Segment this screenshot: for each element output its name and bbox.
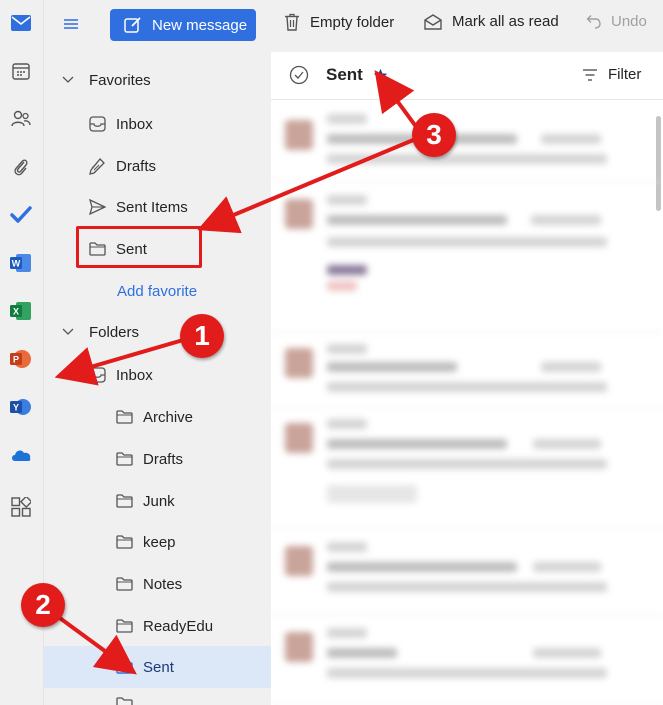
message-item[interactable] bbox=[271, 334, 663, 408]
folder-icon bbox=[116, 535, 133, 549]
chevron-down-icon bbox=[62, 76, 74, 83]
chevron-down-icon bbox=[62, 328, 74, 335]
empty-folder-button[interactable]: Empty folder bbox=[284, 13, 394, 31]
mail-icon[interactable] bbox=[10, 12, 32, 34]
message-item[interactable] bbox=[271, 530, 663, 615]
new-message-label: New message bbox=[152, 16, 248, 34]
folder-label: ReadyEdu bbox=[143, 617, 214, 635]
powerpoint-icon[interactable]: P bbox=[10, 348, 32, 370]
command-toolbar: New message Empty folder Mark all as rea… bbox=[44, 0, 663, 52]
message-list: Sent Filter bbox=[271, 52, 663, 705]
send-icon bbox=[89, 199, 106, 215]
folders-group-toggle[interactable]: Folders bbox=[44, 312, 271, 352]
favorite-item-drafts[interactable]: Drafts bbox=[44, 146, 271, 186]
favorite-label: Drafts bbox=[116, 157, 157, 175]
undo-icon bbox=[586, 14, 601, 29]
star-icon[interactable] bbox=[373, 68, 388, 83]
yammer-icon[interactable]: Y bbox=[10, 396, 32, 418]
svg-text:W: W bbox=[12, 259, 21, 269]
folder-icon bbox=[116, 660, 133, 674]
folder-label: Inbox bbox=[116, 366, 153, 384]
folder-item-keep[interactable]: keep bbox=[44, 522, 271, 562]
apps-icon[interactable] bbox=[10, 496, 32, 518]
folder-item-sent[interactable]: Sent bbox=[44, 646, 271, 688]
svg-text:Y: Y bbox=[13, 403, 19, 413]
compose-icon bbox=[124, 17, 141, 33]
favorite-item-sent-items[interactable]: Sent Items bbox=[44, 187, 271, 227]
trash-icon bbox=[285, 13, 299, 31]
folder-label: Junk bbox=[143, 492, 175, 510]
folder-label: Drafts bbox=[143, 450, 184, 468]
open-envelope-icon bbox=[424, 13, 442, 30]
folder-item-notes[interactable]: Notes bbox=[44, 564, 271, 604]
pencil-icon bbox=[89, 157, 105, 175]
favorite-label: Inbox bbox=[116, 115, 153, 133]
folder-item-archive[interactable]: Archive bbox=[44, 397, 271, 437]
folder-pane: Favorites Inbox Drafts Sent Items Sent A… bbox=[44, 52, 271, 705]
folder-icon bbox=[116, 619, 133, 633]
calendar-icon[interactable] bbox=[10, 60, 32, 82]
folder-label: Archive bbox=[143, 408, 194, 426]
filter-icon bbox=[583, 68, 597, 81]
undo-button[interactable]: Undo bbox=[585, 13, 647, 30]
filter-button[interactable]: Filter bbox=[582, 66, 641, 83]
folder-icon bbox=[116, 697, 133, 705]
onedrive-icon[interactable] bbox=[10, 444, 32, 466]
folder-icon bbox=[89, 242, 106, 256]
inbox-icon bbox=[89, 116, 106, 132]
word-icon[interactable]: W bbox=[10, 252, 32, 274]
message-item[interactable] bbox=[271, 409, 663, 529]
mark-all-read-button[interactable]: Mark all as read bbox=[424, 13, 559, 30]
empty-folder-label: Empty folder bbox=[310, 13, 395, 31]
mark-all-read-label: Mark all as read bbox=[452, 13, 559, 30]
inbox-icon bbox=[89, 367, 106, 383]
chevron-down-icon bbox=[62, 371, 74, 378]
folder-item-drafts[interactable]: Drafts bbox=[44, 439, 271, 479]
favorites-heading: Favorites bbox=[89, 71, 151, 89]
favorite-item-inbox[interactable]: Inbox bbox=[44, 104, 271, 144]
message-item[interactable] bbox=[271, 616, 663, 705]
app-rail: W X P Y bbox=[0, 0, 44, 705]
select-all-check-icon[interactable] bbox=[289, 65, 309, 85]
attachment-icon[interactable] bbox=[10, 156, 32, 178]
favorite-item-sent[interactable]: Sent bbox=[44, 229, 271, 269]
folder-label: Sent bbox=[143, 658, 174, 676]
folder-item-inbox[interactable]: Inbox bbox=[44, 355, 271, 395]
svg-text:P: P bbox=[13, 355, 19, 365]
folders-heading: Folders bbox=[89, 323, 140, 341]
svg-text:X: X bbox=[13, 307, 19, 317]
folder-icon bbox=[116, 577, 133, 591]
todo-icon[interactable] bbox=[10, 204, 32, 226]
excel-icon[interactable]: X bbox=[10, 300, 32, 322]
folder-label: keep bbox=[143, 533, 176, 551]
folder-item-partial[interactable] bbox=[44, 692, 271, 705]
folder-item-readyedu[interactable]: ReadyEdu bbox=[44, 606, 271, 646]
hamburger-menu-icon[interactable] bbox=[62, 17, 82, 33]
folder-icon bbox=[116, 410, 133, 424]
folder-item-junk[interactable]: Junk bbox=[44, 481, 271, 521]
favorites-group-toggle[interactable]: Favorites bbox=[44, 60, 271, 100]
undo-label: Undo bbox=[611, 13, 647, 30]
people-icon[interactable] bbox=[10, 108, 32, 130]
message-list-header: Sent Filter bbox=[271, 52, 663, 100]
new-message-button[interactable]: New message bbox=[110, 9, 256, 41]
favorite-label: Sent bbox=[116, 240, 147, 258]
folder-title: Sent bbox=[326, 65, 363, 84]
add-favorite-link[interactable]: Add favorite bbox=[44, 271, 271, 311]
message-item[interactable] bbox=[271, 183, 663, 333]
folder-icon bbox=[116, 452, 133, 466]
message-item[interactable] bbox=[271, 104, 663, 182]
favorite-label: Sent Items bbox=[116, 198, 188, 216]
add-favorite-label: Add favorite bbox=[117, 282, 198, 300]
filter-label: Filter bbox=[608, 66, 642, 83]
folder-label: Notes bbox=[143, 575, 183, 593]
folder-icon bbox=[116, 494, 133, 508]
